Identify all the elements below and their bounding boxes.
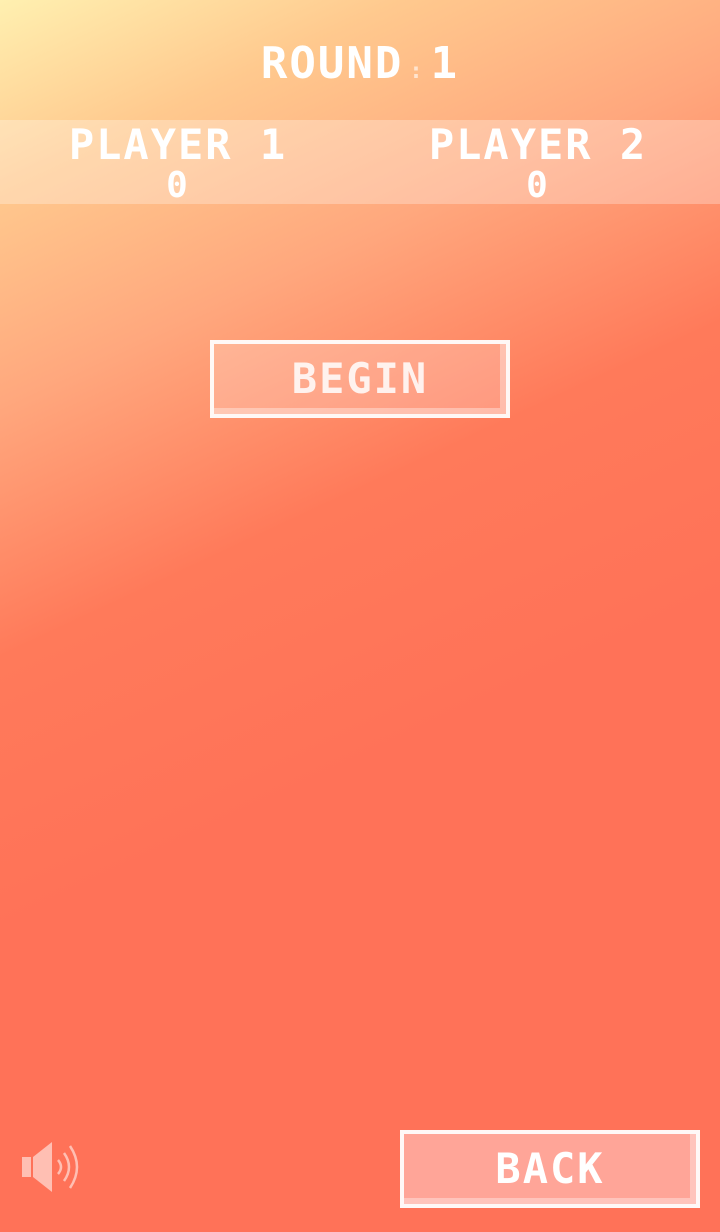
begin-button-label: BEGIN [291,354,429,403]
player1-score-block: PLAYER 1 0 [28,120,328,204]
round-separator: : [409,59,425,84]
scoreboard: PLAYER 1 0 PLAYER 2 0 [0,120,720,204]
player2-score-block: PLAYER 2 0 [388,120,688,204]
back-button-label: BACK [495,1144,605,1193]
player2-name: PLAYER 2 [428,120,648,169]
player1-score: 0 [166,165,190,206]
player1-name: PLAYER 1 [68,120,288,169]
player2-score: 0 [526,165,550,206]
begin-button[interactable]: BEGIN [210,340,510,418]
speaker-icon [22,1142,79,1192]
round-number: 1 [430,38,460,89]
round-indicator: ROUND:1 [0,34,720,102]
round-label: ROUND [260,38,404,89]
back-button[interactable]: BACK [400,1130,700,1208]
sound-toggle-button[interactable] [18,1138,88,1196]
